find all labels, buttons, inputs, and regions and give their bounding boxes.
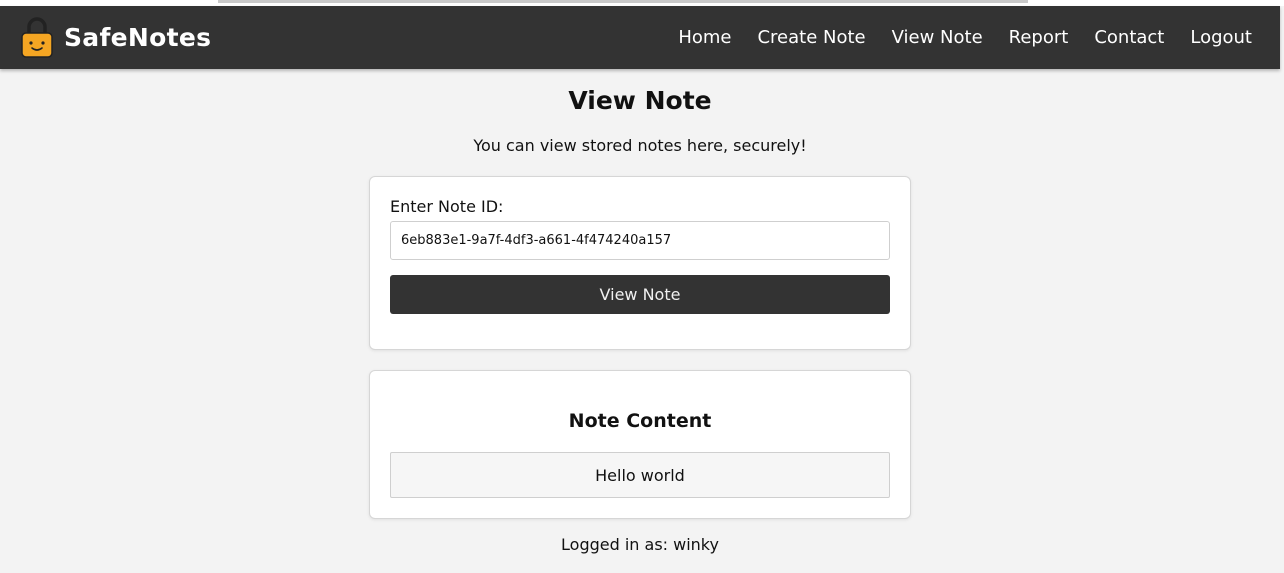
nav-report-link[interactable]: Report (1009, 27, 1069, 48)
note-id-label: Enter Note ID: (390, 197, 504, 216)
nav-contact-link[interactable]: Contact (1094, 27, 1164, 48)
view-note-button[interactable]: View Note (390, 275, 890, 314)
nav-create-note-link[interactable]: Create Note (757, 27, 865, 48)
note-content-box: Hello world (390, 452, 890, 498)
page-subtitle: You can view stored notes here, securely… (473, 136, 807, 155)
note-content-card: Note Content Hello world (369, 370, 911, 519)
nav-logout-link[interactable]: Logout (1190, 27, 1252, 48)
nav-home-link[interactable]: Home (678, 27, 731, 48)
nav-view-note-link[interactable]: View Note (892, 27, 983, 48)
note-content-heading: Note Content (568, 410, 712, 432)
top-strip-bar (218, 0, 1028, 3)
brand-name: SafeNotes (64, 22, 212, 52)
navbar: SafeNotes Home Create Note View Note Rep… (0, 6, 1280, 69)
page-title: View Note (568, 86, 712, 115)
logged-in-status: Logged in as: winky (561, 535, 719, 554)
brand[interactable]: SafeNotes (20, 12, 211, 62)
padlock-smile-icon (21, 17, 53, 58)
note-id-input[interactable] (390, 221, 890, 260)
view-note-form-card: Enter Note ID: View Note (369, 176, 911, 350)
nav-links: Home Create Note View Note Report Contac… (678, 6, 1252, 69)
